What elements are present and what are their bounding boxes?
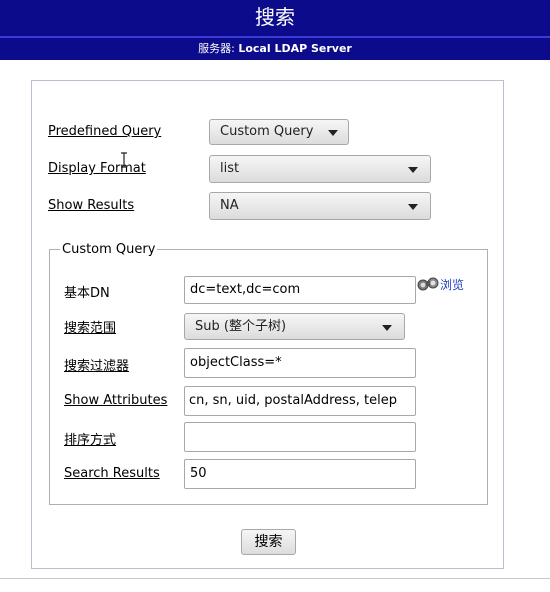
search-button[interactable]: 搜索: [241, 529, 296, 555]
predefined-query-select[interactable]: Custom Query: [209, 119, 349, 145]
text-cursor-icon: [121, 152, 127, 168]
show-results-select[interactable]: NA: [209, 192, 431, 220]
footer-divider: [0, 578, 550, 579]
browse-label: 浏览: [440, 278, 465, 292]
base-dn-label: 基本DN: [64, 286, 110, 301]
display-format-value: list: [220, 161, 240, 176]
show-attributes-label[interactable]: Show Attributes: [64, 393, 167, 408]
show-attributes-input[interactable]: cn, sn, uid, postalAddress, telep: [184, 386, 416, 416]
custom-query-legend: Custom Query: [62, 242, 156, 257]
search-filter-input[interactable]: objectClass=*: [184, 348, 416, 378]
search-filter-label[interactable]: 搜索过滤器: [64, 355, 129, 374]
chevron-down-icon: [408, 167, 418, 173]
browse-link[interactable]: 浏览: [416, 276, 464, 293]
display-format-label[interactable]: Display Format: [48, 161, 146, 176]
page-title: 搜索: [0, 0, 550, 36]
base-dn-input[interactable]: dc=text,dc=com: [184, 276, 416, 304]
server-bar: 服务器: Local LDAP Server: [0, 38, 550, 60]
server-name: Local LDAP Server: [238, 42, 352, 55]
sort-by-label[interactable]: 排序方式: [64, 429, 116, 448]
display-format-select[interactable]: list: [209, 155, 431, 183]
search-results-label[interactable]: Search Results: [64, 466, 160, 481]
chevron-down-icon: [328, 130, 338, 136]
search-scope-select[interactable]: Sub (整个子树): [184, 313, 405, 340]
predefined-query-value: Custom Query: [220, 124, 314, 139]
chevron-down-icon: [382, 325, 392, 331]
chevron-down-icon: [408, 204, 418, 210]
show-results-value: NA: [220, 198, 239, 213]
server-prefix: 服务器:: [198, 42, 239, 55]
search-results-input[interactable]: 50: [184, 459, 416, 489]
sort-by-input[interactable]: [184, 422, 416, 452]
show-results-label[interactable]: Show Results: [48, 198, 134, 213]
search-scope-label[interactable]: 搜索范围: [64, 317, 116, 336]
predefined-query-label[interactable]: Predefined Query: [48, 124, 161, 139]
search-scope-value: Sub (整个子树): [195, 319, 287, 334]
binoculars-icon: [417, 277, 439, 291]
